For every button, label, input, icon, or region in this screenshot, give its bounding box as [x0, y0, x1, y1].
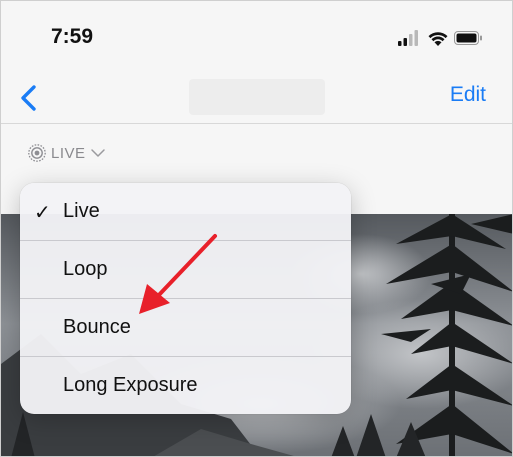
menu-item-live[interactable]: ✓ Live — [20, 183, 351, 240]
back-button[interactable] — [15, 81, 45, 115]
menu-item-label: Bounce — [63, 316, 131, 338]
status-icons — [394, 28, 484, 48]
menu-item-bounce[interactable]: Bounce — [20, 299, 351, 356]
menu-item-label: Loop — [63, 258, 108, 280]
menu-item-loop[interactable]: Loop — [20, 241, 351, 298]
wifi-icon — [428, 32, 448, 46]
screenshot-frame: 7:59 Edit LIVE ✓ Live Loop Bounce Long E… — [0, 0, 513, 457]
menu-item-label: Long Exposure — [63, 374, 198, 396]
redacted-title — [189, 79, 325, 115]
edit-button[interactable]: Edit — [450, 83, 486, 107]
live-label: LIVE — [51, 144, 86, 162]
navigation-bar: Edit — [1, 71, 512, 124]
menu-item-label: Live — [63, 200, 100, 222]
live-effects-menu: ✓ Live Loop Bounce Long Exposure — [20, 183, 351, 414]
chevron-down-icon — [90, 149, 105, 157]
menu-item-long-exposure[interactable]: Long Exposure — [20, 357, 351, 414]
cellular-signal-icon — [398, 30, 418, 46]
live-photo-icon — [28, 144, 46, 162]
live-effects-button[interactable]: LIVE — [27, 142, 106, 164]
status-time: 7:59 — [51, 25, 94, 48]
chevron-left-icon — [21, 85, 36, 111]
status-bar: 7:59 — [1, 1, 512, 71]
checkmark-icon: ✓ — [34, 202, 51, 224]
battery-icon — [454, 31, 482, 45]
